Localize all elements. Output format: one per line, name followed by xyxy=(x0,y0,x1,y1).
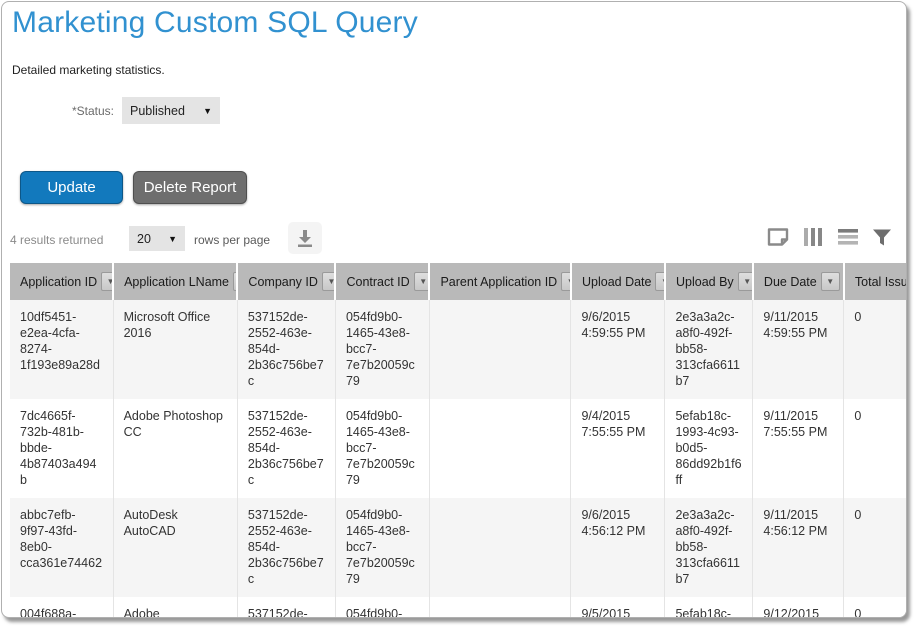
table-cell: 054fd9b0-1465-43e8-bcc7-7e7b20059c79 xyxy=(335,597,429,618)
column-header: Application ID ▼ xyxy=(10,263,113,300)
column-header: Parent Application ID ▼ xyxy=(429,263,571,300)
column-header: Upload By ▼ xyxy=(665,263,753,300)
columns-icon xyxy=(803,227,824,247)
table-cell: 5efab18c-1993-4c93-b0d5-86dd92b1f6ff xyxy=(665,399,753,498)
results-count-text: 4 results returned xyxy=(10,233,103,247)
table-cell: 9/6/2015 4:56:12 PM xyxy=(571,498,665,597)
results-grid: Application ID▼Application LName▼Company… xyxy=(10,263,906,618)
table-cell: 0 xyxy=(844,597,907,618)
column-header-label: Application LName xyxy=(124,275,229,289)
column-header-label: Upload By xyxy=(676,275,734,289)
table-cell xyxy=(429,300,571,399)
table-cell: 537152de-2552-463e-854d-2b36c756be7c xyxy=(237,399,335,498)
table-cell: 054fd9b0-1465-43e8-bcc7-7e7b20059c79 xyxy=(335,498,429,597)
rows-per-page-select[interactable]: 20 ▼ xyxy=(129,226,185,251)
table-cell xyxy=(429,399,571,498)
table-cell: Adobe Photoshop CC xyxy=(113,399,237,498)
download-icon xyxy=(295,228,315,248)
table-cell: Microsoft Office 2016 xyxy=(113,300,237,399)
report-panel: Marketing Custom SQL Query Detailed mark… xyxy=(1,1,907,618)
page-icon xyxy=(766,227,790,247)
status-select-value: Published xyxy=(130,104,185,118)
column-header-label: Upload Date xyxy=(582,275,652,289)
column-menu-button[interactable]: ▼ xyxy=(561,272,571,291)
table-cell: 537152de-2552-463e-854d-2b36c756be7c xyxy=(237,597,335,618)
column-header-label: Parent Application ID xyxy=(440,275,557,289)
column-header-label: Total Issues xyxy=(855,275,907,289)
filter-button[interactable] xyxy=(872,228,892,247)
table-cell: 054fd9b0-1465-43e8-bcc7-7e7b20059c79 xyxy=(335,399,429,498)
table-cell: 0 xyxy=(844,498,907,597)
table-cell: 054fd9b0-1465-43e8-bcc7-7e7b20059c79 xyxy=(335,300,429,399)
delete-report-button[interactable]: Delete Report xyxy=(133,171,247,204)
column-header: Application LName▼ xyxy=(113,263,237,300)
rows-per-page-label: rows per page xyxy=(194,233,270,247)
table-header-row: Application ID▼Application LName▼Company… xyxy=(10,263,907,300)
column-chooser-button[interactable] xyxy=(803,227,824,247)
table-cell xyxy=(429,498,571,597)
column-header: Company ID ▼ xyxy=(237,263,335,300)
table-cell: 7dc4665f-732b-481b-bbde-4b87403a494b xyxy=(10,399,113,498)
status-row: *Status: Published ▼ xyxy=(2,97,906,124)
column-header: Due Date ▼ xyxy=(753,263,844,300)
download-button[interactable] xyxy=(288,222,322,254)
grid-toolbar: 4 results returned 20 ▼ rows per page xyxy=(2,221,906,257)
table-row: 7dc4665f-732b-481b-bbde-4b87403a494bAdob… xyxy=(10,399,907,498)
chevron-down-icon: ▼ xyxy=(203,106,212,116)
export-page-button[interactable] xyxy=(766,227,790,247)
table-cell: 9/11/2015 7:55:55 PM xyxy=(753,399,844,498)
table-cell: 537152de-2552-463e-854d-2b36c756be7c xyxy=(237,300,335,399)
table-cell: 004f688a-b94b-4ccf-86de-e4b9cbbb9cde xyxy=(10,597,113,618)
rows-icon xyxy=(837,228,859,246)
table-cell: Adobe Dreamweaver CC xyxy=(113,597,237,618)
column-menu-button[interactable]: ▼ xyxy=(414,272,430,291)
column-menu-button[interactable]: ▼ xyxy=(738,272,753,291)
table-cell xyxy=(429,597,571,618)
filter-icon xyxy=(872,228,892,247)
row-density-button[interactable] xyxy=(837,228,859,246)
table-cell: 9/12/2015 3:15:27 AM xyxy=(753,597,844,618)
rows-per-page-value: 20 xyxy=(137,232,151,246)
grid-view-icons xyxy=(766,227,892,247)
action-buttons: Update Delete Report xyxy=(20,171,906,204)
update-button[interactable]: Update xyxy=(20,171,123,204)
results-table: Application ID▼Application LName▼Company… xyxy=(10,263,907,618)
column-menu-button[interactable]: ▼ xyxy=(655,272,665,291)
column-header-label: Due Date xyxy=(764,275,817,289)
table-cell: AutoDesk AutoCAD xyxy=(113,498,237,597)
column-header-label: Application ID xyxy=(20,275,97,289)
table-cell: 9/6/2015 4:59:55 PM xyxy=(571,300,665,399)
table-cell: 2e3a3a2c-a8f0-492f-bb58-313cfa6611b7 xyxy=(665,300,753,399)
column-header-label: Contract ID xyxy=(346,275,409,289)
table-cell: 9/5/2015 3:15:27 AM xyxy=(571,597,665,618)
table-row: abbc7efb-9f97-43fd-8eb0-cca361e74462Auto… xyxy=(10,498,907,597)
page-title: Marketing Custom SQL Query xyxy=(12,6,906,40)
table-cell: 0 xyxy=(844,399,907,498)
column-menu-button[interactable]: ▼ xyxy=(322,272,336,291)
column-header: Total Issues▼ xyxy=(844,263,907,300)
table-cell: 537152de-2552-463e-854d-2b36c756be7c xyxy=(237,498,335,597)
table-cell: 10df5451-e2ea-4cfa-8274-1f193e89a28d xyxy=(10,300,113,399)
table-body: 10df5451-e2ea-4cfa-8274-1f193e89a28dMicr… xyxy=(10,300,907,618)
page-subtitle: Detailed marketing statistics. xyxy=(12,63,906,77)
table-cell: abbc7efb-9f97-43fd-8eb0-cca361e74462 xyxy=(10,498,113,597)
column-menu-button[interactable]: ▼ xyxy=(101,272,113,291)
status-select[interactable]: Published ▼ xyxy=(122,97,220,124)
column-header: Contract ID ▼ xyxy=(335,263,429,300)
table-cell: 2e3a3a2c-a8f0-492f-bb58-313cfa6611b7 xyxy=(665,498,753,597)
table-cell: 0 xyxy=(844,300,907,399)
table-cell: 5efab18c-1993-4c93-b0d5-86dd92b1f6ff xyxy=(665,597,753,618)
column-menu-button[interactable]: ▼ xyxy=(821,272,840,291)
table-cell: 9/11/2015 4:56:12 PM xyxy=(753,498,844,597)
table-row: 004f688a-b94b-4ccf-86de-e4b9cbbb9cdeAdob… xyxy=(10,597,907,618)
table-row: 10df5451-e2ea-4cfa-8274-1f193e89a28dMicr… xyxy=(10,300,907,399)
chevron-down-icon: ▼ xyxy=(168,234,177,244)
status-label: *Status: xyxy=(2,104,114,118)
table-cell: 9/11/2015 4:59:55 PM xyxy=(753,300,844,399)
table-cell: 9/4/2015 7:55:55 PM xyxy=(571,399,665,498)
column-header: Upload Date▼ xyxy=(571,263,665,300)
column-header-label: Company ID xyxy=(248,275,317,289)
